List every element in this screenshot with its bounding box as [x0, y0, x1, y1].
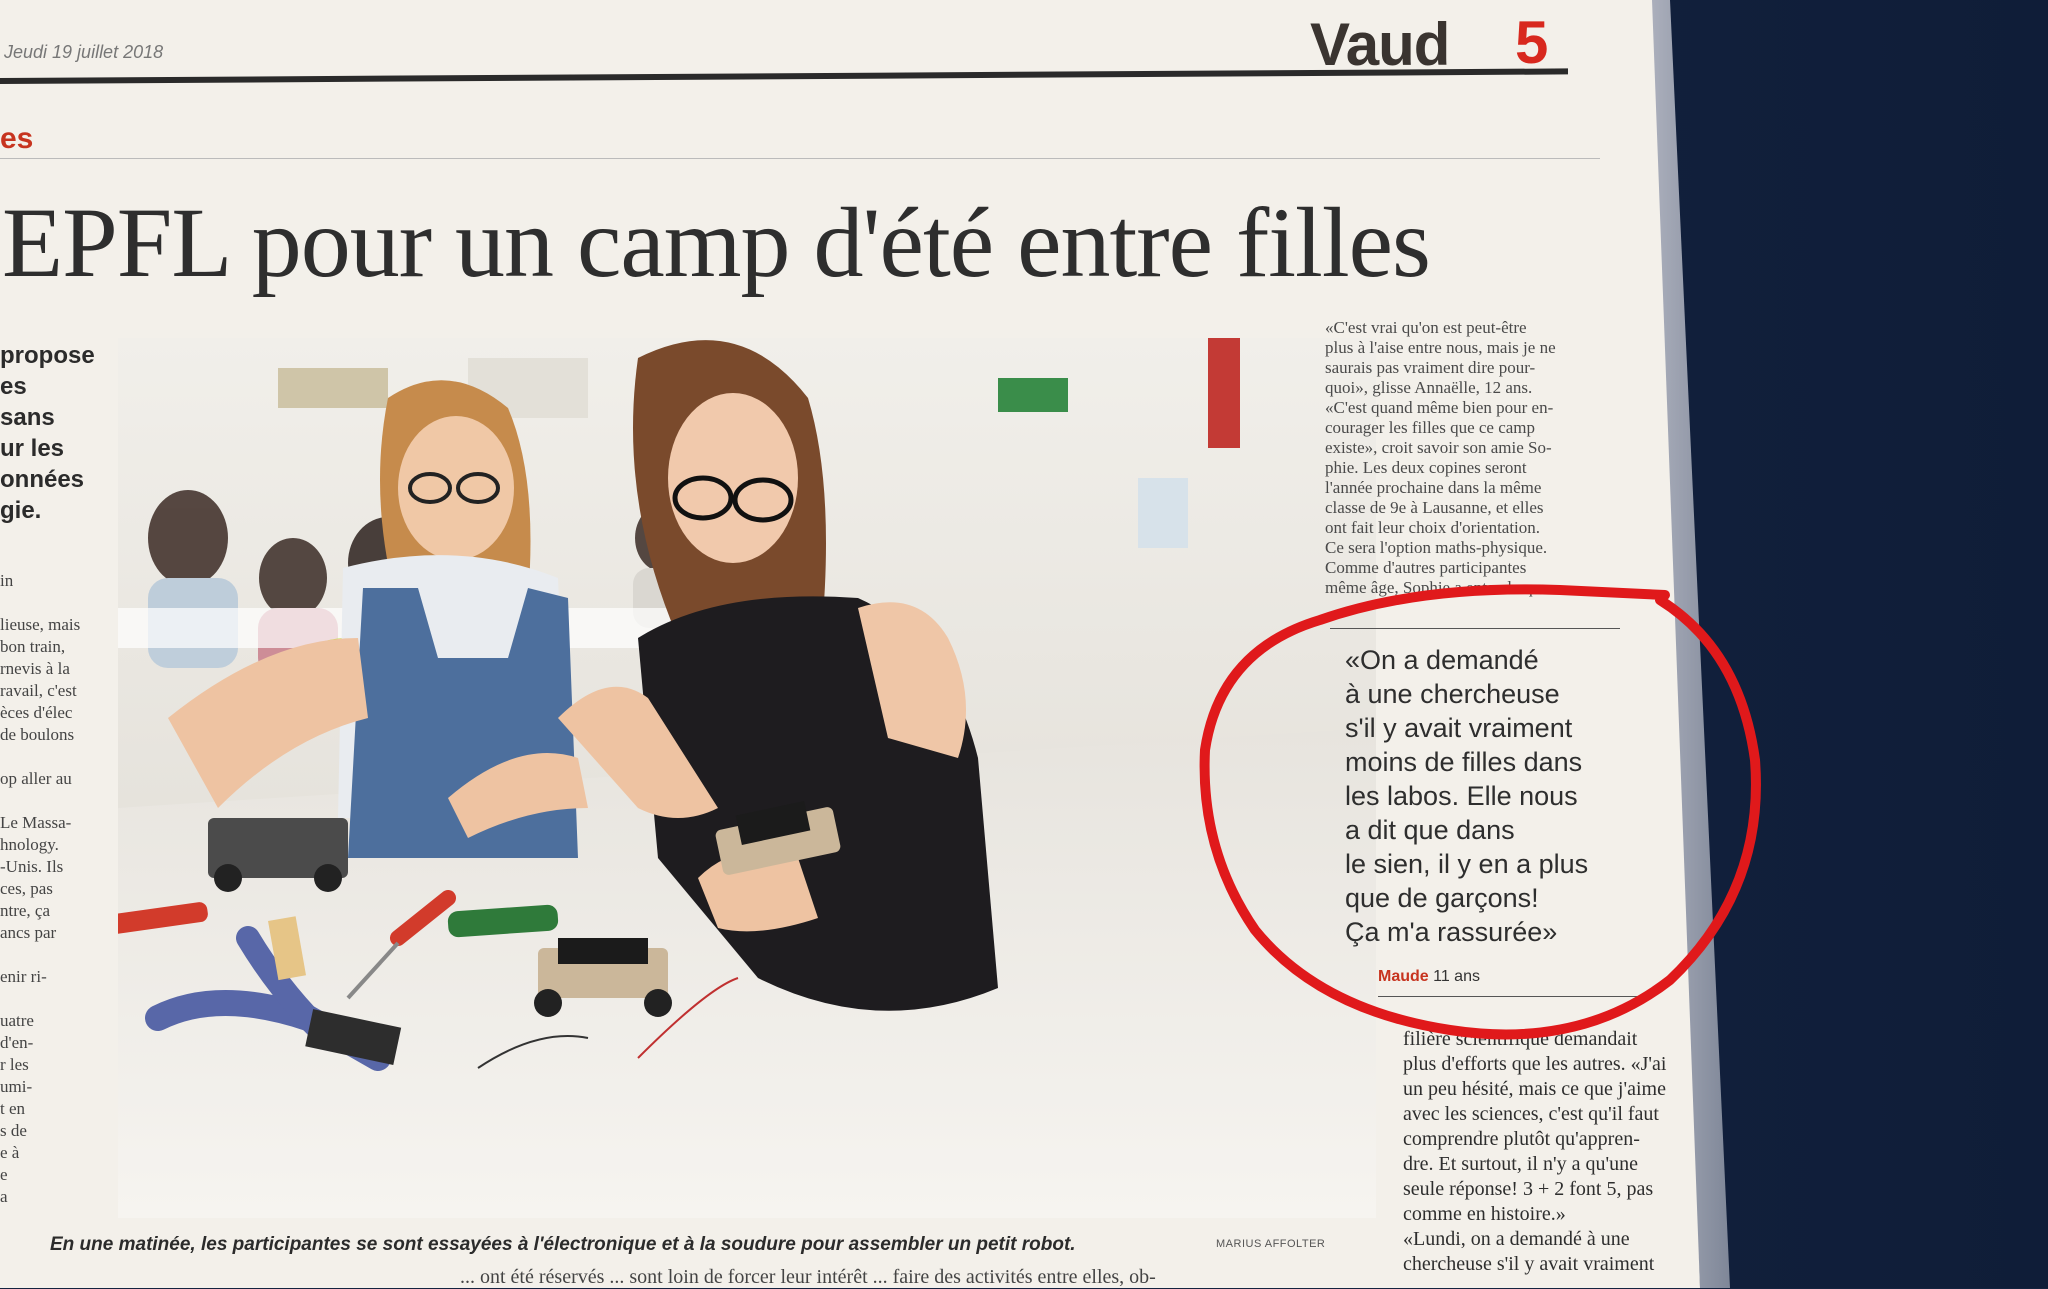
lead-line: onnées	[0, 466, 85, 493]
kicker: es	[0, 122, 34, 155]
lead-line: propose	[0, 342, 95, 369]
text-line: e à	[0, 1143, 20, 1162]
text-line: bon train,	[0, 637, 66, 656]
exit-sign	[998, 378, 1068, 412]
text-line	[0, 592, 110, 614]
lead-line: es	[0, 373, 27, 400]
text-line: a	[0, 1187, 8, 1206]
text-line: comprendre plutôt qu'appren-	[1403, 1128, 1640, 1150]
kicker-rule	[0, 158, 1600, 159]
pull-quote-line: le sien, il y en a plus	[1345, 849, 1589, 879]
text-line: un peu hésité, mais ce que j'aime	[1403, 1078, 1666, 1100]
page-number: 5	[1515, 9, 1549, 76]
pull-quote-rule-top	[1330, 628, 1620, 629]
fire-extinguisher	[1208, 338, 1240, 448]
lead-line: gie.	[0, 497, 42, 524]
text-line: «C'est quand même bien pour en-	[1325, 398, 1554, 417]
text-line	[0, 944, 110, 966]
lead-line: ur les	[0, 435, 65, 462]
pull-quote-line: que de garçons!	[1345, 883, 1539, 913]
text-line: Comme d'autres participantes	[1325, 558, 1527, 577]
text-line: chercheuse s'il y avait vraiment	[1403, 1253, 1655, 1275]
text-line: de boulons	[0, 725, 75, 744]
pull-quote-line: «On a demandé	[1345, 645, 1539, 675]
pull-quote-line: à une chercheuse	[1345, 679, 1560, 709]
quote-age: 11 ans	[1433, 968, 1480, 985]
text-line: ancs par	[0, 923, 57, 942]
pull-quote: «On a demandé à une chercheuse s'il y av…	[1345, 643, 1635, 949]
text-line: lieuse, mais	[0, 615, 81, 634]
text-line: e	[0, 1165, 8, 1184]
text-line: seule réponse! 3 + 2 font 5, pas	[1403, 1178, 1654, 1200]
text-line: classe de 9e à Lausanne, et elles	[1325, 498, 1544, 517]
text-line: Le Massa-	[0, 813, 72, 832]
text-line: plus à l'aise entre nous, mais je ne	[1325, 338, 1556, 357]
text-line: in	[0, 571, 14, 590]
text-line: avec les sciences, c'est qu'il faut	[1403, 1103, 1659, 1125]
newspaper-page: Jeudi 19 juillet 2018 Vaud 5 es EPFL pou…	[0, 0, 1700, 1288]
text-line: phie. Les deux copines seront	[1325, 458, 1527, 477]
pull-quote-rule-bottom	[1378, 996, 1648, 997]
right-text-column-lower: filière scientifique demandait plus d'ef…	[1403, 1027, 1700, 1277]
left-text-column: in lieuse, mais bon train, rnevis à la r…	[0, 570, 110, 1208]
lead-column: propose es sans ur les onnées gie.	[0, 340, 120, 526]
text-line: umi-	[0, 1077, 33, 1096]
text-line: l'année prochaine dans la même	[1325, 478, 1542, 497]
text-line: «C'est vrai qu'on est peut-être	[1325, 318, 1527, 337]
shelf	[278, 368, 388, 408]
text-line: quoi», glisse Annaëlle, 12 ans.	[1325, 378, 1533, 397]
pull-quote-line: a dit que dans	[1345, 815, 1515, 845]
quote-author: Maude	[1378, 968, 1429, 985]
text-line	[0, 988, 110, 1010]
text-line: r les	[0, 1055, 29, 1074]
text-line: dre. Et surtout, il n'y a qu'une	[1403, 1153, 1638, 1175]
text-line	[0, 746, 110, 768]
text-line: enir ri-	[0, 967, 47, 986]
text-line: uatre	[0, 1011, 34, 1030]
pull-quote-line: Ça m'a rassurée»	[1345, 917, 1558, 947]
text-line: t en	[0, 1099, 26, 1118]
pull-quote-line: moins de filles dans	[1345, 747, 1583, 777]
text-line: existe», croit savoir son amie So-	[1325, 438, 1552, 457]
text-line: ravail, c'est	[0, 681, 77, 700]
text-line: rnevis à la	[0, 659, 70, 678]
text-line: op aller au	[0, 769, 72, 788]
text-line: s de	[0, 1121, 27, 1140]
bottom-text-fragment: ... ont été réservés ... sont loin de fo…	[460, 1266, 1156, 1288]
article-photo	[118, 338, 1376, 1218]
text-line: plus d'efforts que les autres. «J'ai	[1403, 1053, 1667, 1075]
text-line: filière scientifique demandait	[1403, 1028, 1638, 1050]
text-line: èces d'élec	[0, 703, 73, 722]
photo-caption: En une matinée, les participantes se son…	[50, 1234, 1076, 1255]
poster	[1138, 478, 1188, 548]
issue-date: Jeudi 19 juillet 2018	[4, 42, 164, 62]
text-line: hnology.	[0, 835, 59, 854]
lead-line: sans	[0, 404, 55, 431]
text-line: «Lundi, on a demandé à une	[1403, 1228, 1630, 1250]
text-line: d'en-	[0, 1033, 34, 1052]
pull-quote-attribution: Maude 11 ans	[1378, 968, 1480, 986]
text-line: ont fait leur choix d'orientation.	[1325, 518, 1541, 537]
text-line: comme en histoire.»	[1403, 1203, 1566, 1225]
text-line: -Unis. Ils	[0, 857, 64, 876]
pull-quote-line: les labos. Elle nous	[1345, 781, 1578, 811]
right-text-column: «C'est vrai qu'on est peut-être plus à l…	[1325, 318, 1615, 598]
text-line: ntre, ça	[0, 901, 51, 920]
pull-quote-line: s'il y avait vraiment	[1345, 713, 1573, 743]
text-line: même âge, Sophie a entendu que	[1325, 578, 1549, 597]
photo-credit: MARIUS AFFOLTER	[1216, 1238, 1326, 1250]
text-line: Ce sera l'option maths-physique.	[1325, 538, 1548, 557]
text-line: courager les filles que ce camp	[1325, 418, 1536, 437]
headline: EPFL pour un camp d'été entre filles	[2, 187, 1431, 298]
text-line: saurais pas vraiment dire pour-	[1325, 358, 1536, 377]
text-line: ces, pas	[0, 879, 53, 898]
text-line	[0, 790, 110, 812]
